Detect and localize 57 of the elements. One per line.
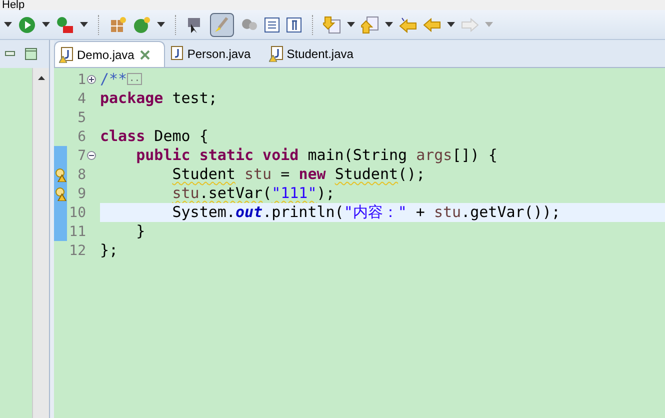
lightbulb-warning-icon[interactable] — [54, 168, 66, 182]
line-number: 5 — [78, 110, 86, 124]
dropdown-caret-icon[interactable] — [347, 22, 355, 27]
tab-label: Demo.java — [77, 46, 134, 64]
minimize-icon[interactable] — [5, 51, 15, 57]
dropdown-caret-icon[interactable] — [385, 22, 393, 27]
tab-label: Person.java — [187, 46, 251, 63]
close-icon[interactable] — [140, 50, 150, 60]
menu-item[interactable]: Help — [2, 0, 25, 10]
tab-label: Student.java — [286, 46, 354, 63]
code-line: System.out.println("内容：" + stu.getVar()); — [171, 205, 560, 220]
expand-fold-icon[interactable] — [87, 75, 96, 84]
dropdown-caret-icon[interactable] — [80, 22, 88, 27]
brush-icon — [213, 16, 231, 34]
editor-tab[interactable]: Person.java — [165, 41, 265, 67]
line-number: 1 — [78, 72, 86, 86]
dropdown-caret-icon[interactable] — [42, 22, 50, 27]
editor-tab[interactable]: Demo.java — [54, 41, 166, 67]
java-file-icon — [270, 46, 283, 60]
dropdown-caret-icon[interactable] — [4, 22, 12, 27]
line-number: 10 — [69, 206, 86, 220]
line-number: 7 — [78, 148, 86, 162]
code-line: Student stu = new Student(); — [171, 167, 426, 182]
dropdown-caret-icon[interactable] — [447, 22, 455, 27]
scrollbar[interactable] — [32, 68, 49, 418]
code-line: /**.. — [100, 72, 142, 87]
line-number: 4 — [78, 92, 86, 106]
scroll-up-arrow-icon[interactable] — [38, 76, 44, 80]
collapse-fold-icon[interactable] — [87, 151, 96, 160]
document-icon[interactable] — [264, 16, 280, 32]
back-arrow-icon[interactable] — [423, 16, 441, 32]
code-line: package test; — [100, 91, 218, 106]
warning-icon — [268, 55, 277, 62]
maximize-icon[interactable] — [25, 48, 37, 60]
grid-plus-icon[interactable] — [109, 16, 127, 34]
line-number: 11 — [69, 224, 86, 238]
line-number: 9 — [78, 186, 86, 200]
code-line: stu.setVar("111"); — [171, 186, 335, 201]
arrow-down-document-icon[interactable] — [323, 16, 341, 34]
code-line: public static void main(String args[]) { — [135, 148, 498, 163]
warning-icon — [59, 56, 67, 62]
line-number: 12 — [69, 244, 86, 258]
code-line: class Demo { — [100, 129, 208, 144]
highlight-toggle-button[interactable] — [210, 12, 234, 36]
pilcrow-icon[interactable] — [286, 16, 302, 32]
dropdown-caret-icon[interactable] — [157, 22, 165, 27]
arrow-up-document-icon[interactable] — [361, 16, 379, 34]
run-icon[interactable] — [18, 16, 36, 34]
line-number: 6 — [78, 130, 86, 144]
java-file-icon — [171, 46, 184, 60]
code-line: }; — [100, 243, 118, 258]
editor-tab[interactable]: Student.java — [264, 41, 368, 67]
java-file-icon — [61, 46, 73, 60]
folded-code-marker[interactable]: .. — [127, 73, 142, 86]
code-line: } — [135, 224, 146, 239]
line-number: 8 — [78, 168, 86, 182]
lightbulb-warning-icon[interactable] — [54, 186, 66, 200]
